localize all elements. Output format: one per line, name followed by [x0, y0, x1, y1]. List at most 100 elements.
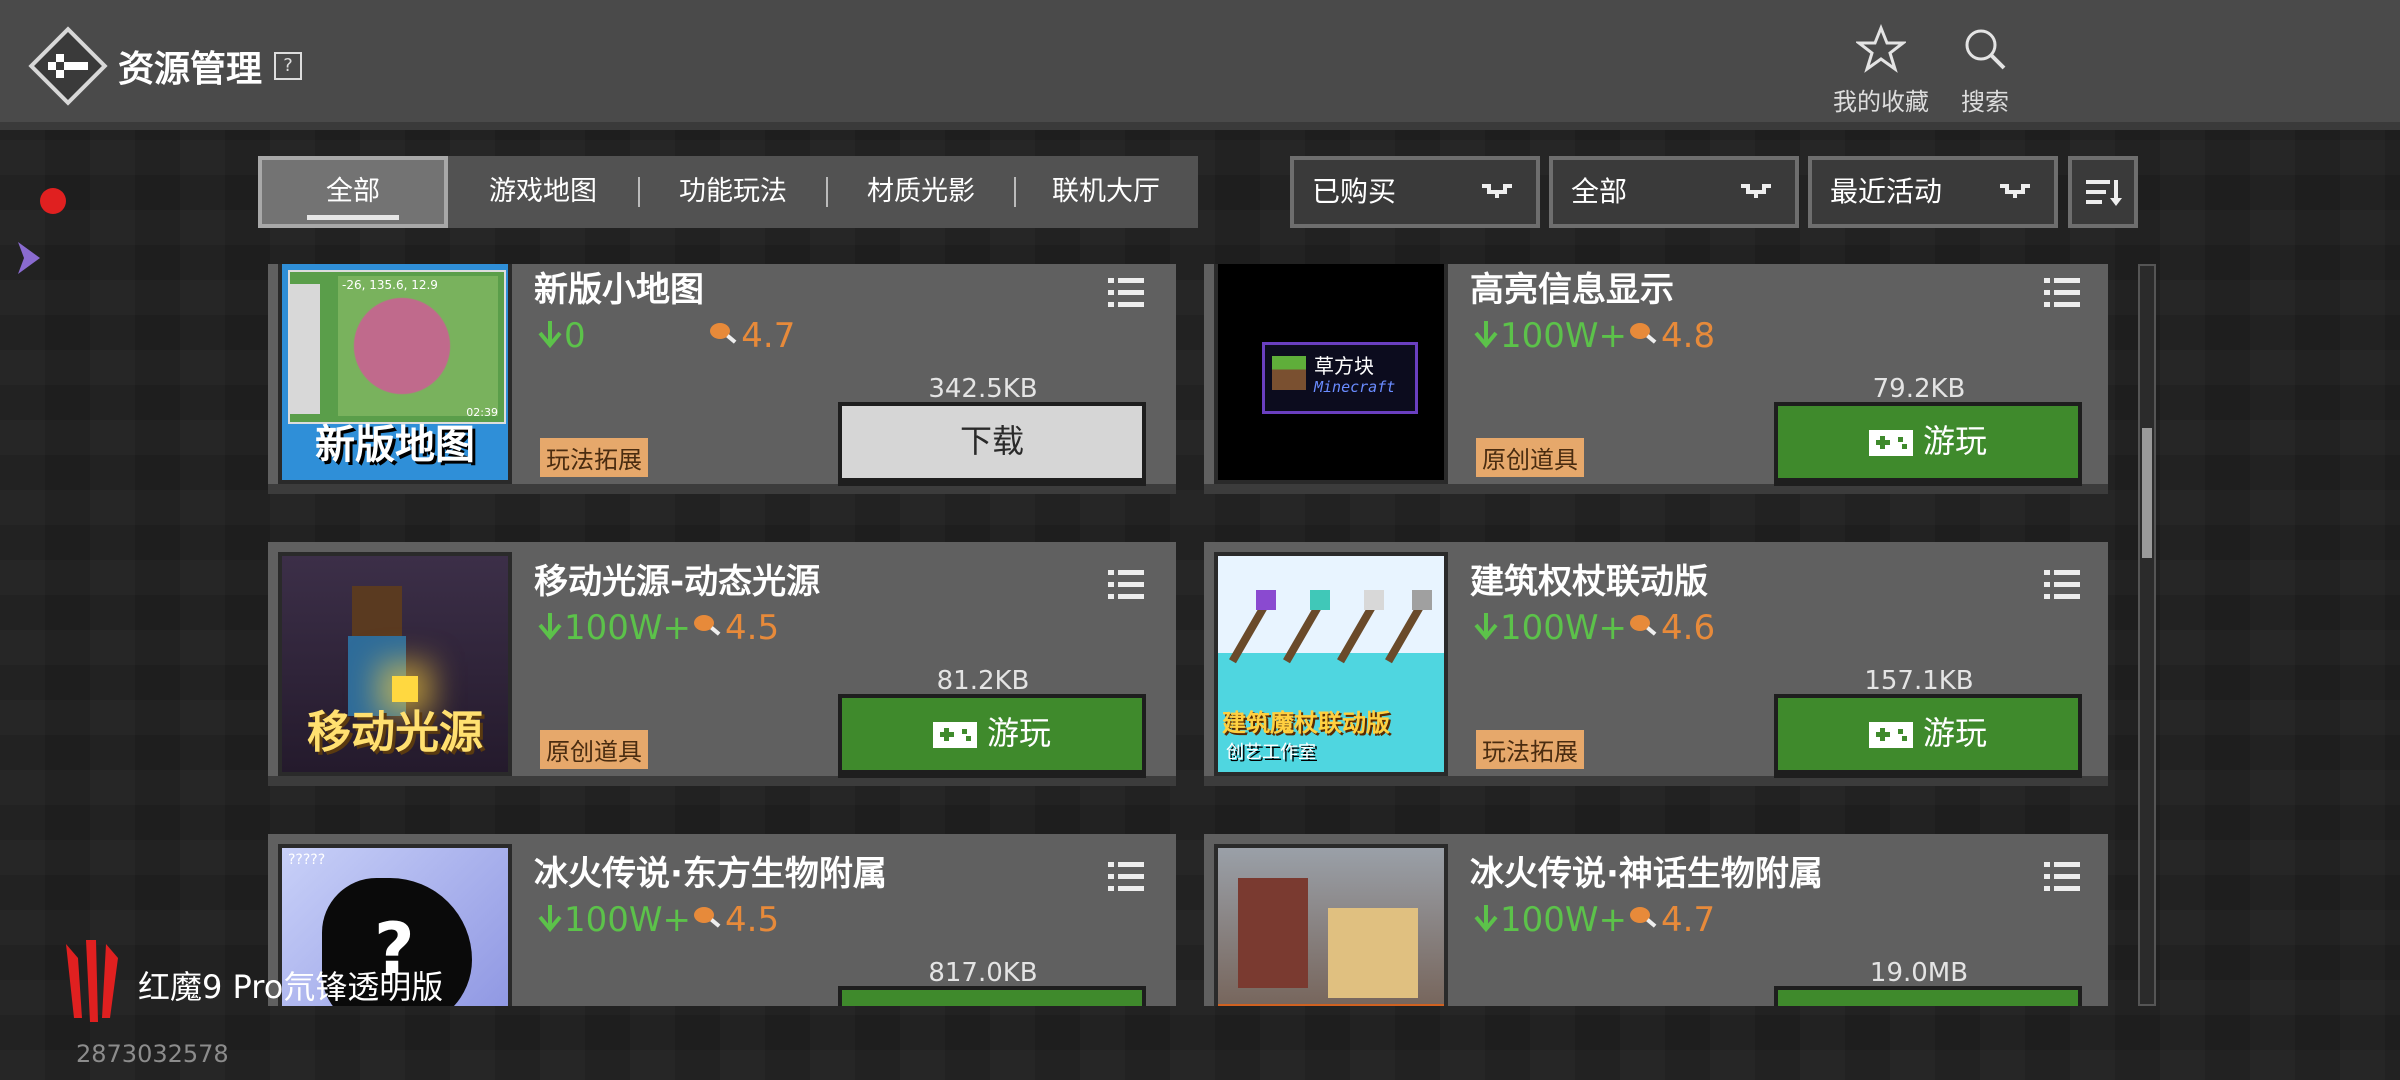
thumbnail-coordinates: -26, 135.6, 12.9 — [342, 278, 438, 292]
device-logo-icon — [66, 940, 118, 1022]
resource-title: 高亮信息显示 — [1470, 270, 1674, 310]
resource-card[interactable]: 草方块 Minecraft 高亮信息显示 100W+ 4.8 79.2KB 原创道… — [1204, 264, 2108, 494]
gamepad-icon — [1868, 430, 1913, 456]
resource-card[interactable]: -26, 135.6, 12.9 02:39 新版地图 新版小地图 0 4.7 … — [268, 264, 1176, 494]
play-button[interactable]: 游玩 — [1774, 402, 2082, 486]
sort-direction-button[interactable] — [2068, 156, 2138, 228]
rating: 4.7 — [741, 316, 796, 356]
rating: 4.5 — [725, 900, 780, 940]
sort-list-icon — [2086, 180, 2122, 206]
download-arrow-icon — [1474, 321, 1498, 349]
search-label: 搜索 — [1961, 88, 2009, 116]
drumstick-icon — [1630, 907, 1657, 928]
rating: 4.8 — [1661, 316, 1716, 356]
download-arrow-icon — [538, 613, 562, 641]
rating: 4.5 — [725, 608, 780, 648]
rating: 4.6 — [1661, 608, 1716, 648]
tab-gameplay[interactable]: 功能玩法 — [640, 156, 826, 228]
resource-stats: 100W+ 4.5 — [536, 900, 779, 940]
drumstick-icon — [710, 323, 737, 344]
sort-order-value: 最近活动 — [1830, 175, 1943, 208]
category-tabs: 全部 游戏地图 功能玩法 材质光影 联机大厅 — [258, 156, 1198, 228]
play-button[interactable]: 游玩 — [838, 694, 1146, 778]
thumbnail-caption: 草方块 — [1314, 354, 1374, 378]
file-size: 342.5KB — [928, 374, 1038, 404]
search-icon — [1965, 29, 2006, 70]
tab-game-maps[interactable]: 游戏地图 — [448, 156, 638, 228]
resource-title: 冰火传说·东方生物附属 — [534, 854, 887, 894]
page-title: 资源管理 — [118, 49, 263, 90]
back-arrow-icon — [28, 26, 108, 106]
download-arrow-icon — [538, 321, 562, 349]
chevron-down-icon — [1482, 184, 1512, 198]
purchase-filter-value: 已购买 — [1312, 175, 1397, 208]
resource-thumbnail: 建筑魔杖联动版 创艺工作室 — [1214, 552, 1448, 776]
category-tag: 玩法拓展 — [1476, 730, 1584, 769]
resource-title: 移动光源-动态光源 — [534, 562, 821, 602]
scrollbar-thumb[interactable] — [2142, 428, 2152, 558]
download-button[interactable]: 下载 — [838, 402, 1146, 486]
sort-order-dropdown[interactable]: 最近活动 — [1808, 156, 2058, 228]
play-button-label: 游玩 — [986, 714, 1051, 752]
resource-title: 新版小地图 — [534, 270, 704, 310]
file-size: 81.2KB — [936, 666, 1030, 696]
tab-multiplayer-lobby[interactable]: 联机大厅 — [1016, 156, 1196, 228]
device-watermark: 红魔9 Pro氘锋透明版 — [138, 968, 444, 1006]
resource-title: 冰火传说·神话生物附属 — [1470, 854, 1823, 894]
thumbnail-subcaption: Minecraft — [1314, 378, 1396, 396]
resource-stats: 100W+ 4.7 — [1472, 900, 1715, 940]
category-filter-dropdown[interactable]: 全部 — [1549, 156, 1799, 228]
play-button[interactable]: 游玩 — [1774, 694, 2082, 778]
chevron-down-icon — [1741, 184, 1771, 198]
resource-card[interactable]: 冰火传说·神话生物附属 100W+ 4.7 19.0MB 游玩 — [1204, 834, 2108, 1006]
more-menu-icon[interactable] — [2044, 570, 2080, 600]
play-button[interactable]: 游玩 — [838, 986, 1146, 1006]
resource-thumbnail: -26, 135.6, 12.9 02:39 新版地图 — [278, 264, 512, 484]
chevron-down-icon — [2000, 184, 2030, 198]
thumbnail-caption: 移动光源 — [307, 707, 483, 758]
category-tag: 原创道具 — [540, 730, 648, 769]
resource-card[interactable]: 建筑魔杖联动版 创艺工作室 建筑权杖联动版 100W+ 4.6 157.1KB 玩… — [1204, 542, 2108, 786]
resource-card[interactable]: 移动光源 移动光源-动态光源 100W+ 4.5 81.2KB 原创道具 游玩 — [268, 542, 1176, 786]
more-menu-icon[interactable] — [1108, 862, 1144, 892]
download-count: 100W+ — [1500, 608, 1628, 648]
resource-stats: 0 4.7 — [536, 316, 795, 356]
list-scrollbar[interactable] — [2138, 264, 2156, 1006]
favorites-label: 我的收藏 — [1833, 88, 1929, 116]
tab-textures-shaders[interactable]: 材质光影 — [828, 156, 1014, 228]
category-tag: 玩法拓展 — [540, 438, 648, 477]
file-size: 817.0KB — [928, 958, 1038, 988]
gamepad-icon — [1868, 722, 1913, 748]
more-menu-icon[interactable] — [2044, 862, 2080, 892]
drumstick-icon — [1630, 323, 1657, 344]
drumstick-icon — [1630, 615, 1657, 636]
header-bar: 资源管理 ? 我的收藏 搜索 — [0, 0, 2400, 130]
tab-all[interactable]: 全部 — [258, 156, 448, 228]
thumbnail-subcaption: 创艺工作室 — [1226, 742, 1316, 763]
play-button-label: 游玩 — [1922, 422, 1987, 460]
resource-thumbnail: 移动光源 — [278, 552, 512, 776]
resource-stats: 100W+ 4.8 — [1472, 316, 1715, 356]
download-count: 0 — [564, 316, 586, 356]
category-filter-value: 全部 — [1571, 175, 1628, 208]
purchase-filter-dropdown[interactable]: 已购买 — [1290, 156, 1540, 228]
more-menu-icon[interactable] — [1108, 570, 1144, 600]
file-size: 79.2KB — [1872, 374, 1966, 404]
download-count: 100W+ — [1500, 900, 1628, 940]
more-menu-icon[interactable] — [2044, 278, 2080, 308]
help-icon[interactable]: ? — [274, 52, 302, 80]
file-size: 157.1KB — [1864, 666, 1974, 696]
more-menu-icon[interactable] — [1108, 278, 1144, 308]
edge-expand-icon[interactable] — [14, 238, 44, 278]
play-button-label: 游玩 — [1922, 714, 1987, 752]
thumbnail-caption: 新版地图 — [315, 422, 475, 468]
favorites-button[interactable]: 我的收藏 — [1826, 23, 1936, 117]
play-button[interactable]: 游玩 — [1774, 986, 2082, 1006]
drumstick-icon — [694, 907, 721, 928]
file-size: 19.0MB — [1869, 958, 1969, 988]
download-arrow-icon — [1474, 613, 1498, 641]
search-button[interactable]: 搜索 — [1930, 24, 2040, 117]
resource-title: 建筑权杖联动版 — [1470, 562, 1708, 602]
back-button[interactable] — [28, 26, 108, 106]
resource-thumbnail: 草方块 Minecraft — [1214, 264, 1448, 484]
